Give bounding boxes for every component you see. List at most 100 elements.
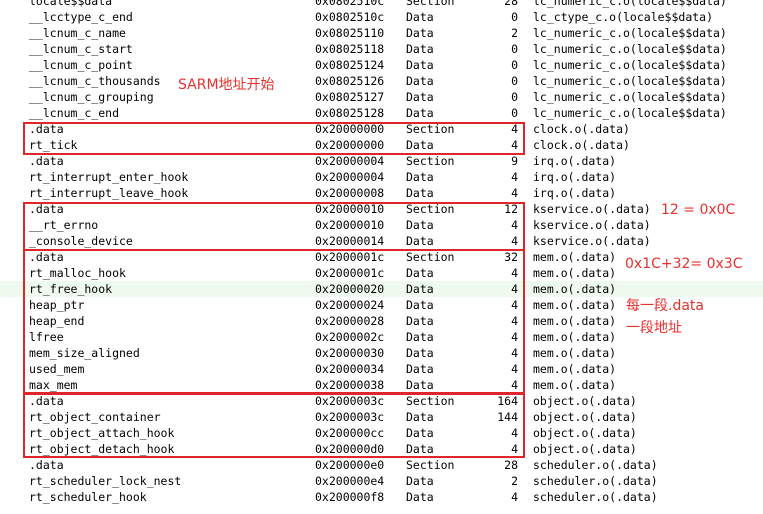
table-row[interactable]: _console_device 0x20000014 Data 4 kservice.o… <box>0 233 763 249</box>
symbol-table: locale$$data 0x0802510c Section 28 lc_numeri… <box>0 0 763 505</box>
symbol-type: Data <box>406 378 434 392</box>
table-row[interactable]: locale$$data 0x0802510c Section 28 lc_numeri… <box>0 0 763 9</box>
table-row[interactable]: rt_interrupt_enter_hook 0x20000004 Data 4 ir… <box>0 169 763 185</box>
symbol-size: 0 <box>511 74 518 88</box>
table-row[interactable]: .data 0x20000010 Section 12 kservice.o(.data… <box>0 201 763 217</box>
symbol-type: Section <box>406 202 455 216</box>
symbol-size: 4 <box>511 378 518 392</box>
symbol-object: kservice.o(.data) <box>533 218 651 232</box>
symbol-type: Data <box>406 218 434 232</box>
symbol-address: 0x08025124 <box>315 58 385 72</box>
table-row[interactable]: __rt_errno 0x20000010 Data 4 kservice.o(.dat… <box>0 217 763 233</box>
symbol-object: clock.o(.data) <box>533 138 630 152</box>
symbol-type: Data <box>406 282 434 296</box>
table-row[interactable]: __lcctype_c_end 0x0802510c Data 0 lc_ctype_c… <box>0 9 763 25</box>
symbol-name: heap_ptr <box>29 298 85 312</box>
symbol-address: 0x200000e4 <box>315 474 385 488</box>
symbol-address: 0x20000030 <box>315 346 385 360</box>
symbol-name: rt_object_container <box>29 410 161 424</box>
symbol-address: 0x20000000 <box>315 138 385 152</box>
symbol-name: .data <box>29 394 64 408</box>
symbol-type: Data <box>406 474 434 488</box>
symbol-name: __lcctype_c_end <box>29 10 133 24</box>
table-row[interactable]: __lcnum_c_end 0x08025128 Data 0 lc_numeric_c… <box>0 105 763 121</box>
symbol-address: 0x2000003c <box>315 394 385 408</box>
table-row[interactable]: .data 0x2000003c Section 164 object.o(.data) <box>0 393 763 409</box>
annotation-each-data-line2: 一段地址 <box>626 320 682 336</box>
symbol-type: Data <box>406 106 434 120</box>
symbol-size: 0 <box>511 106 518 120</box>
symbol-object: irq.o(.data) <box>533 186 617 200</box>
table-row[interactable]: rt_scheduler_lock_nest 0x200000e4 Data 2 sch… <box>0 473 763 489</box>
symbol-type: Data <box>406 10 434 24</box>
symbol-address: 0x2000001c <box>315 266 385 280</box>
table-row[interactable]: __lcnum_c_point 0x08025124 Data 0 lc_numeric… <box>0 57 763 73</box>
symbol-type: Section <box>406 122 455 136</box>
symbol-size: 4 <box>511 218 518 232</box>
symbol-type: Data <box>406 186 434 200</box>
symbol-object: irq.o(.data) <box>533 170 617 184</box>
table-row[interactable]: .data 0x20000000 Section 4 clock.o(.data) <box>0 121 763 137</box>
symbol-address: 0x08025126 <box>315 74 385 88</box>
table-row[interactable]: rt_free_hook 0x20000020 Data 4 mem.o(.data) <box>0 281 763 297</box>
symbol-address: 0x08025118 <box>315 42 385 56</box>
table-row[interactable]: __lcnum_c_grouping 0x08025127 Data 0 lc_nume… <box>0 89 763 105</box>
symbol-name: __lcnum_c_start <box>29 42 133 56</box>
symbol-type: Data <box>406 362 434 376</box>
symbol-size: 4 <box>511 314 518 328</box>
annotation-kservice-size: 12 = 0x0C <box>661 202 736 218</box>
symbol-name: rt_object_detach_hook <box>29 442 175 456</box>
symbol-name: __rt_errno <box>29 218 99 232</box>
table-row[interactable]: max_mem 0x20000038 Data 4 mem.o(.data) <box>0 377 763 393</box>
symbol-address: 0x20000010 <box>315 202 385 216</box>
symbol-type: Data <box>406 90 434 104</box>
symbol-address: 0x200000cc <box>315 426 385 440</box>
symbol-object: object.o(.data) <box>533 410 637 424</box>
symbol-object: mem.o(.data) <box>533 266 617 280</box>
symbol-name: __lcnum_c_name <box>29 26 126 40</box>
table-row[interactable]: used_mem 0x20000034 Data 4 mem.o(.data) <box>0 361 763 377</box>
symbol-size: 2 <box>511 26 518 40</box>
symbol-object: scheduler.o(.data) <box>533 458 658 472</box>
table-row[interactable]: rt_object_detach_hook 0x200000d0 Data 4 obje… <box>0 441 763 457</box>
table-row[interactable]: rt_object_container 0x2000003c Data 144 obje… <box>0 409 763 425</box>
symbol-size: 4 <box>511 330 518 344</box>
table-row[interactable]: rt_object_attach_hook 0x200000cc Data 4 obje… <box>0 425 763 441</box>
table-row[interactable]: .data 0x20000004 Section 9 irq.o(.data) <box>0 153 763 169</box>
symbol-address: 0x20000008 <box>315 186 385 200</box>
symbol-name: used_mem <box>29 362 85 376</box>
table-row[interactable]: rt_scheduler_hook 0x200000f8 Data 4 schedule… <box>0 489 763 505</box>
table-row[interactable]: mem_size_aligned 0x20000030 Data 4 mem.o(.da… <box>0 345 763 361</box>
table-row[interactable]: __lcnum_c_thousands 0x08025126 Data 0 lc_num… <box>0 73 763 89</box>
symbol-name: mem_size_aligned <box>29 346 140 360</box>
symbol-object: lc_numeric_c.o(locale$$data) <box>533 42 727 56</box>
symbol-type: Data <box>406 346 434 360</box>
symbol-size: 0 <box>511 90 518 104</box>
symbol-type: Section <box>406 250 455 264</box>
symbol-size: 2 <box>511 474 518 488</box>
symbol-type: Data <box>406 490 434 504</box>
symbol-size: 4 <box>511 234 518 248</box>
symbol-type: Data <box>406 298 434 312</box>
symbol-name: __lcnum_c_point <box>29 58 133 72</box>
table-row[interactable]: __lcnum_c_name 0x08025110 Data 2 lc_numeric_… <box>0 25 763 41</box>
symbol-type: Data <box>406 234 434 248</box>
symbol-size: 28 <box>504 0 518 8</box>
symbol-object: lc_ctype_c.o(locale$$data) <box>533 10 714 24</box>
symbol-name: __lcnum_c_end <box>29 106 120 120</box>
table-row[interactable]: .data 0x200000e0 Section 28 scheduler.o(.dat… <box>0 457 763 473</box>
symbol-name: .data <box>29 122 64 136</box>
symbol-size: 4 <box>511 298 518 312</box>
symbol-type: Data <box>406 170 434 184</box>
symbol-name: lfree <box>29 330 64 344</box>
symbol-object: irq.o(.data) <box>533 154 617 168</box>
symbol-object: mem.o(.data) <box>533 362 617 376</box>
table-row[interactable]: __lcnum_c_start 0x08025118 Data 0 lc_numeric… <box>0 41 763 57</box>
symbol-size: 0 <box>511 10 518 24</box>
symbol-size: 4 <box>511 282 518 296</box>
table-row[interactable]: rt_tick 0x20000000 Data 4 clock.o(.data) <box>0 137 763 153</box>
symbol-name: _console_device <box>29 234 133 248</box>
symbol-name: heap_end <box>29 314 85 328</box>
table-row[interactable]: rt_interrupt_leave_hook 0x20000008 Data 4 ir… <box>0 185 763 201</box>
symbol-address: 0x20000014 <box>315 234 385 248</box>
